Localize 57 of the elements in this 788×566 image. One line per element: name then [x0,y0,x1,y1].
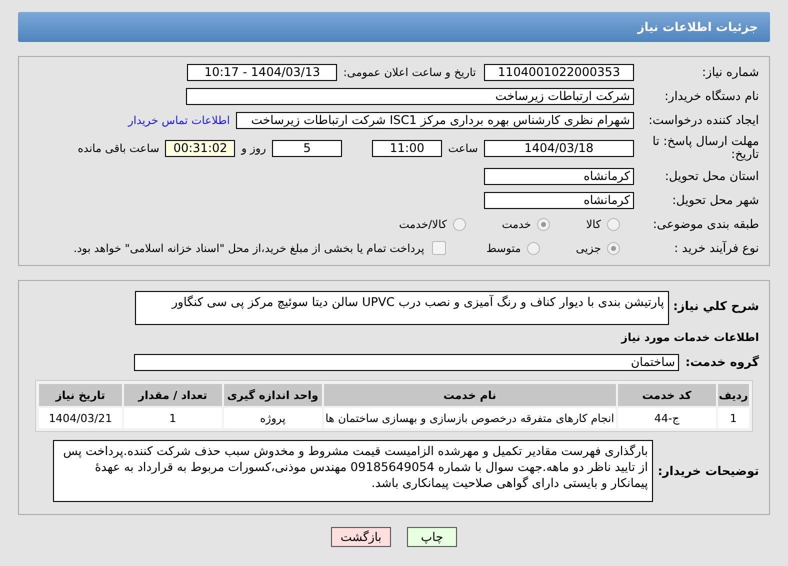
notes-box[interactable]: بارگذاری فهرست مقادیر تکمیل و مهرشده الزامیست قیمت مشروط و مخدوش سبب حذف شرکت کننده.پرداخت پس از تایید ناظر دو ماهه.جهت سوال با شماره 09185649054 مهندس موذنی،کسورات مربوط به قرارداد به عهدهٔ پیمانکار و بایستی دارای گواهی صلاحیت پیمانکاری باشد. [53,440,653,502]
text-field[interactable]: 1104001022000353 [484,64,634,80]
checkbox[interactable] [432,241,446,255]
text-field[interactable]: شهرام نظری کارشناس بهره برداری مرکز ISC1 شرکت ارتباطات زیرساخت [236,112,634,128]
text-field[interactable]: 1404/03/18 [484,140,634,156]
text-field[interactable]: کرمانشاه [484,192,634,208]
field-label: گروه خدمت: [684,355,760,369]
radio-button[interactable] [607,242,620,254]
radio-button[interactable] [537,218,550,230]
print-button[interactable]: چاپ [407,527,457,547]
table-cell: ج-44 [618,408,716,428]
option-label: جزیی [576,242,601,254]
radio-button[interactable] [607,218,620,230]
field-label: طبقه بندی موضوعی: [652,217,760,231]
radio-button[interactable] [452,218,466,230]
text-field[interactable]: کرمانشاه [484,168,634,184]
field-label: استان محل تحویل: [664,169,760,183]
field-label: تاریخ و ساعت اعلان عمومی: [343,66,476,78]
table-cell: پروژه [224,408,322,428]
page-title: جزئیات اطلاعات نیاز [637,20,758,34]
table-cell: 1 [124,408,222,428]
field-label: شرح کلي نياز: [673,298,760,313]
table-cell: 1 [718,408,749,428]
field-label: ساعت [448,142,478,154]
field-label: شهر محل تحویل: [671,193,760,207]
contact-link[interactable]: اطلاعات تماس خریدار [128,114,230,126]
table-cell: انجام کارهای متفرقه درخصوص بازسازی و بهسازی ساختمان ها [324,408,616,428]
field-label: نوع فرآیند خرید : [673,241,760,255]
option-label: خدمت [502,218,532,230]
text-field[interactable]: 5 [272,140,342,156]
text-field[interactable]: ساختمان [134,354,679,370]
section-title: اطلاعات خدمات مورد نیاز [620,331,759,344]
column-header: تعداد / مقدار [124,384,222,406]
column-header: نام خدمت [324,384,616,406]
option-label: متوسط [486,242,521,254]
text-field[interactable]: 11:00 [372,140,442,156]
radio-button[interactable] [526,242,540,254]
back-button[interactable]: بازگشت [331,527,391,547]
field-label: ایجاد کننده درخواست: [647,113,760,127]
field-label: روز و [241,142,266,154]
column-header: واحد اندازه گیری [224,384,322,406]
table-cell: 1404/03/21 [39,408,122,428]
column-header: تاریخ نیاز [39,384,122,406]
checkbox-label: پرداخت تمام یا بخشی از مبلغ خرید،از محل "اسناد خزانه اسلامی" خواهد بود. [74,242,424,254]
column-header: کد خدمت [618,384,716,406]
field-label: توضیحات خریدار: [659,464,760,478]
option-label: کالا/خدمت [399,218,447,230]
text-field[interactable]: 00:31:02 [165,140,236,156]
field-label: شماره نیاز: [701,65,760,79]
text-field[interactable]: شرکت ارتباطات زیرساخت [186,88,634,104]
text-field[interactable]: 1404/03/13 - 10:17 [187,64,338,80]
option-label: کالا [586,218,601,230]
column-header: ردیف [718,384,749,406]
field-label: ساعت باقی مانده [78,142,160,154]
field-label: نام دستگاه خریدار: [664,89,760,103]
description-box[interactable]: پارتیشن بندی با دیوار کناف و رنگ آمیزی و نصب درب UPVC سالن دیتا سوئیچ مرکز پی سی کنگاور [135,291,670,325]
field-label: مهلت ارسال پاسخ: تا تاریخ: [651,135,760,161]
